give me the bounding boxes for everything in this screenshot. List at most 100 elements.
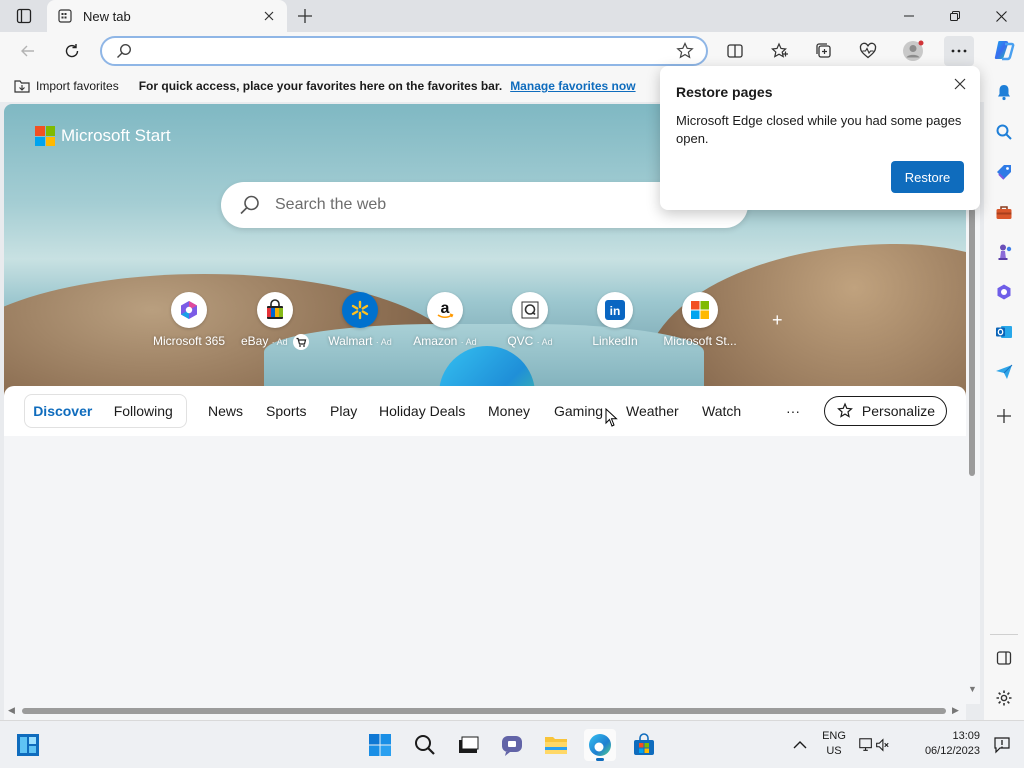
chat-icon [502,736,522,756]
add-quick-link-button[interactable]: + [772,310,783,331]
teams-chat-button[interactable] [496,729,528,761]
microsoft-start-label: Microsoft Start [61,126,171,145]
import-favorites-button[interactable]: Import favorites [14,79,119,93]
more-tabs-button[interactable]: ··· [786,403,800,419]
quick-link-linkedin[interactable]: in LinkedIn [570,292,660,348]
edge-taskbar-button[interactable] [584,729,616,761]
address-input[interactable] [142,42,662,60]
notifications-button[interactable] [990,78,1018,106]
tab-weather[interactable]: Weather [626,403,679,419]
close-icon [954,78,966,90]
scroll-right-arrow-icon[interactable]: ▶ [952,705,959,716]
shopping-button[interactable] [990,158,1018,186]
microsoft-365-button[interactable] [990,278,1018,306]
scroll-down-arrow-icon[interactable]: ▼ [968,684,977,694]
feed-mode-switch: Discover Following [24,394,187,428]
add-sidebar-app-button[interactable] [990,402,1018,430]
tab-play[interactable]: Play [330,403,357,419]
notification-center-button[interactable] [986,729,1018,761]
dialog-title: Restore pages [676,84,773,100]
add-favorite-icon[interactable] [676,42,694,63]
quick-link-label: Walmart [328,334,373,348]
tab-discover[interactable]: Discover [25,395,101,427]
network-volume-button[interactable] [858,729,890,761]
tab-news[interactable]: News [208,403,243,419]
tab-new-tab[interactable]: New tab [47,0,287,32]
sidebar-settings-button[interactable] [990,684,1018,712]
restore-window-button[interactable] [932,0,978,32]
vertical-scroll-thumb[interactable] [969,208,975,476]
notification-icon [994,737,1010,754]
scroll-left-arrow-icon[interactable]: ◀ [8,705,15,716]
task-view-button[interactable] [452,729,484,761]
microsoft-start-logo[interactable]: Microsoft Start [35,126,171,146]
m365-icon [171,292,207,328]
linkedin-icon: in [597,292,633,328]
tab-money[interactable]: Money [488,403,530,419]
keyboard-region: US [826,745,842,757]
tab-watch[interactable]: Watch [702,403,741,419]
split-screen-button[interactable] [720,36,750,66]
close-dialog-button[interactable] [950,74,970,94]
profile-button[interactable] [898,36,928,66]
restore-button[interactable]: Restore [891,161,964,193]
search-icon [415,735,435,755]
back-button[interactable] [13,36,43,66]
minimize-button[interactable] [886,0,932,32]
tools-button[interactable] [990,198,1018,226]
quick-link-walmart[interactable]: Walmart · Ad [315,292,405,348]
walmart-spark-icon [342,292,378,328]
microsoft-store-button[interactable] [628,729,660,761]
close-window-button[interactable] [978,0,1024,32]
start-button[interactable] [364,729,396,761]
horizontal-scrollbar[interactable]: ◀ ▶ [4,704,966,720]
quick-link-microsoft-365[interactable]: Microsoft 365 [144,292,234,348]
quick-link-qvc[interactable]: QVC · Ad [485,292,575,348]
search-sidebar-button[interactable] [990,118,1018,146]
feed-area [4,436,966,704]
favorites-star-icon [771,42,788,58]
tab-gaming[interactable]: Gaming [554,403,603,419]
quick-link-ebay[interactable]: eBay · Ad [230,292,320,350]
tab-actions-button[interactable] [8,4,40,28]
plus-icon [997,409,1011,423]
search-icon [116,43,132,62]
clock-time: 13:09 [952,730,980,742]
shopping-cart-icon [293,334,310,350]
gear-icon [996,690,1012,706]
quick-link-amazon[interactable]: a Amazon · Ad [400,292,490,348]
show-hidden-icons-button[interactable] [784,729,816,761]
widgets-button[interactable] [12,729,44,761]
manage-favorites-link[interactable]: Manage favorites now [510,79,635,93]
address-bar[interactable] [100,36,708,66]
clock[interactable]: 13:09 06/12/2023 [918,729,984,759]
new-tab-button[interactable] [292,4,318,28]
horizontal-scroll-thumb[interactable] [22,708,946,714]
outlook-button[interactable] [990,318,1018,346]
favorites-button[interactable] [765,36,795,66]
quick-link-microsoft-store[interactable]: Microsoft St... [655,292,745,348]
games-button[interactable] [990,238,1018,266]
tab-following[interactable]: Following [101,395,186,427]
taskbar-search-button[interactable] [409,729,441,761]
sidebar-panel-icon [996,651,1012,665]
browser-essentials-button[interactable] [853,36,883,66]
personalize-button[interactable]: Personalize [824,396,947,426]
tab-sports[interactable]: Sports [266,403,306,419]
svg-text:in: in [610,304,621,318]
favorites-bar-message: For quick access, place your favorites h… [138,79,503,93]
refresh-button[interactable] [57,36,87,66]
copilot-button[interactable] [990,36,1018,64]
hide-sidebar-button[interactable] [990,644,1018,672]
tab-holiday-deals[interactable]: Holiday Deals [379,403,465,419]
edge-icon [589,734,611,756]
language-indicator[interactable]: ENG US [816,729,852,759]
file-explorer-button[interactable] [540,729,572,761]
settings-and-more-button[interactable] [944,36,974,66]
close-tab-icon[interactable] [261,8,277,24]
web-search-input[interactable] [275,194,715,216]
drop-button[interactable] [990,358,1018,386]
collections-button[interactable] [809,36,839,66]
chevron-up-icon [793,741,807,749]
microsoft-logo-icon [35,126,55,146]
